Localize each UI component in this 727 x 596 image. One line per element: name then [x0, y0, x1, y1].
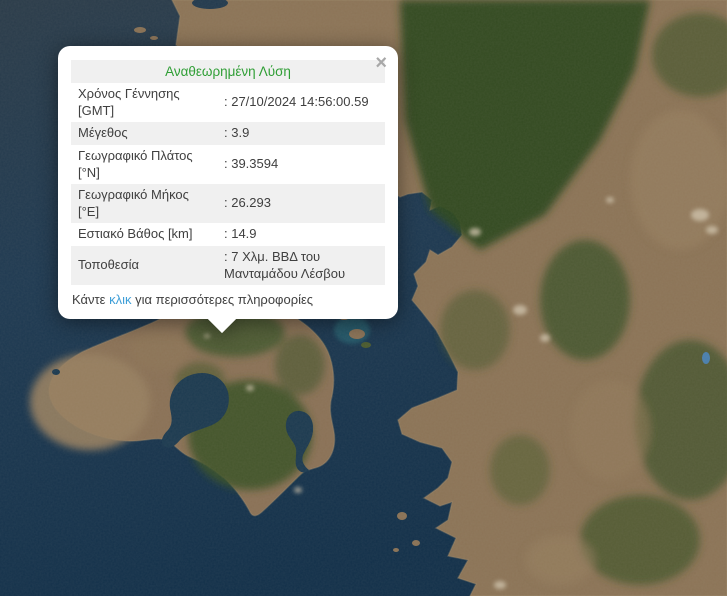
- info-row-label: Εστιακό Βάθος [km]: [71, 223, 217, 246]
- popup-footer: Κάντε κλικ για περισσότερες πληροφορίες: [71, 285, 385, 309]
- info-row-label: Γεωγραφικό Μήκος [°E]: [71, 184, 217, 223]
- popup-close-button[interactable]: ×: [373, 51, 389, 75]
- popup-title: Αναθεωρημένη Λύση: [71, 60, 385, 83]
- more-info-link[interactable]: κλικ: [109, 292, 131, 307]
- info-row-value: : 26.293: [217, 184, 385, 223]
- earthquake-popup: × Αναθεωρημένη Λύση Χρόνος Γέννησης [GMT…: [58, 46, 398, 319]
- satellite-map[interactable]: × Αναθεωρημένη Λύση Χρόνος Γέννησης [GMT…: [0, 0, 727, 596]
- info-row-value: : 3.9: [217, 122, 385, 145]
- earthquake-info-table: Αναθεωρημένη Λύση Χρόνος Γέννησης [GMT]:…: [71, 60, 385, 285]
- info-row: Γεωγραφικό Μήκος [°E]: 26.293: [71, 184, 385, 223]
- popup-body: × Αναθεωρημένη Λύση Χρόνος Γέννησης [GMT…: [58, 46, 398, 319]
- info-row-value: : 14.9: [217, 223, 385, 246]
- info-row-value: : 39.3594: [217, 145, 385, 184]
- info-row: Τοποθεσία: 7 Χλμ. ΒΒΔ του Μανταμάδου Λέσ…: [71, 246, 385, 285]
- info-row: Εστιακό Βάθος [km]: 14.9: [71, 223, 385, 246]
- popup-title-row: Αναθεωρημένη Λύση: [71, 60, 385, 83]
- info-row-label: Γεωγραφικό Πλάτος [°N]: [71, 145, 217, 184]
- info-row-value: : 27/10/2024 14:56:00.59: [217, 83, 385, 122]
- info-row: Χρόνος Γέννησης [GMT]: 27/10/2024 14:56:…: [71, 83, 385, 122]
- info-row-value: : 7 Χλμ. ΒΒΔ του Μανταμάδου Λέσβου: [217, 246, 385, 285]
- info-row-label: Τοποθεσία: [71, 246, 217, 285]
- info-row-label: Μέγεθος: [71, 122, 217, 145]
- west-cove: [52, 369, 60, 375]
- info-row: Γεωγραφικό Πλάτος [°N]: 39.3594: [71, 145, 385, 184]
- info-row: Μέγεθος: 3.9: [71, 122, 385, 145]
- footer-text-after: για περισσότερες πληροφορίες: [131, 292, 313, 307]
- footer-text-before: Κάντε: [72, 292, 109, 307]
- info-row-label: Χρόνος Γέννησης [GMT]: [71, 83, 217, 122]
- map-application-window: × Αναθεωρημένη Λύση Χρόνος Γέννησης [GMT…: [0, 0, 727, 596]
- small-lake: [702, 352, 710, 364]
